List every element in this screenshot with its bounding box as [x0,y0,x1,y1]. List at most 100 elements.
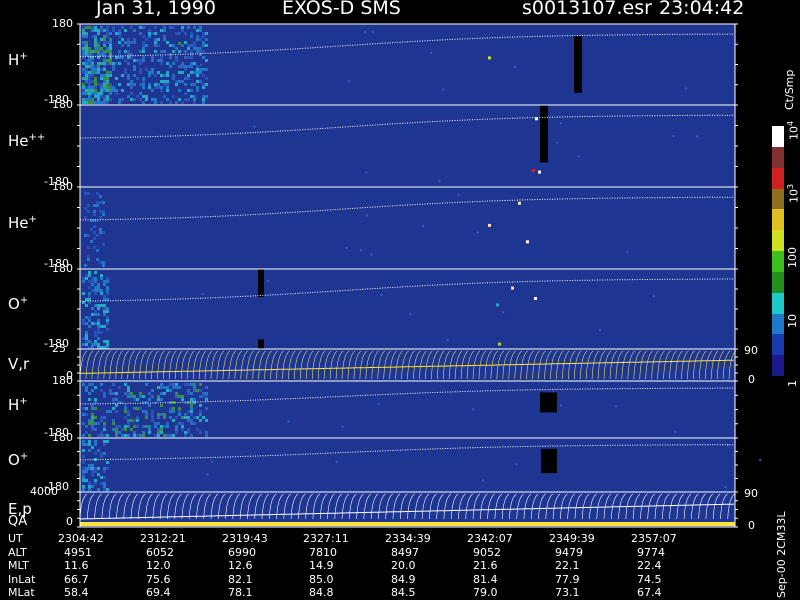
right-tick-bottom: 0 [748,373,755,386]
heatmap-cell [127,413,130,416]
y-tick-top: 180 [52,431,73,444]
heatmap-cell [151,89,154,92]
heatmap-cell [112,383,115,386]
heatmap-cell [166,83,169,86]
heatmap-cell [136,416,139,419]
chart-area [77,23,762,528]
heatmap-cell [85,77,88,80]
heatmap-cell [133,425,136,428]
heatmap-cell [94,29,97,32]
heatmap-cell [100,325,103,328]
heatmap-cell [199,38,202,41]
heatmap-cell [121,428,124,431]
heatmap-cell [109,74,112,77]
heatmap-cell [121,74,124,77]
heatmap-cell [94,467,97,470]
heatmap-cell [82,29,85,32]
heatmap-cell [163,425,166,428]
heatmap-cell [187,26,190,29]
heatmap-cell [91,313,94,316]
heatmap-cell [205,398,208,401]
heatmap-cell [205,431,208,434]
heatmap-cell [148,431,151,434]
heatmap-cell [172,401,175,404]
heatmap-cell [133,41,136,44]
panel-label: H+ [8,50,28,69]
heatmap-cell [190,65,193,68]
heatmap-cell [85,71,88,74]
heatmap-cell [184,77,187,80]
heatmap-cell [205,434,208,437]
heatmap-cell [106,62,109,65]
heatmap-cell [85,26,88,29]
heatmap-cell [97,488,100,491]
heatmap-cell [184,83,187,86]
heatmap-cell [103,95,106,98]
heatmap-cell [103,395,106,398]
heatmap-cell [82,35,85,38]
heatmap-cell [106,29,109,32]
colorbar-segment [772,167,784,189]
heatmap-cell [106,86,109,89]
heatmap-cell [97,71,100,74]
heatmap-cell [91,50,94,53]
heatmap-cell [115,404,118,407]
heatmap-cell [124,68,127,71]
heatmap-cell [93,213,96,216]
colorbar-segment [772,313,784,335]
colorbar-segment [772,355,784,377]
heatmap-cell [181,29,184,32]
heatmap-cell [148,404,151,407]
table-cell: 6990 [228,545,256,559]
heatmap-cell [106,319,109,322]
heatmap-cell [97,92,100,95]
heatmap-cell [103,68,106,71]
heatmap-cell [94,277,97,280]
heatmap-cell [121,56,124,59]
heatmap-cell [97,62,100,65]
heatmap-cell [82,449,85,452]
panel-2 [77,104,738,188]
panel-3 [77,186,738,270]
heatmap-cell [85,386,88,389]
heatmap-cell [106,440,109,443]
heatmap-cell [178,98,181,101]
heatmap-cell [97,101,100,104]
heatmap-cell [106,289,109,292]
heatmap-cell [112,86,115,89]
heatmap-cell [85,334,88,337]
heatmap-cell [96,204,99,207]
heatmap-cell [97,283,100,286]
heatmap-cell [96,192,99,195]
table-cell: 2304:42 [58,532,104,545]
heatmap-cell [85,101,88,104]
heatmap-cell [85,35,88,38]
heatmap-cell [184,413,187,416]
heatmap-cell [100,26,103,29]
heatmap-cell [190,71,193,74]
heatmap-cell [175,80,178,83]
heatmap-cell [82,32,85,35]
heatmap-cell [88,319,91,322]
heatmap-cell [121,98,124,101]
heatmap-cell [652,295,655,298]
heatmap-cell [99,231,102,234]
heatmap-cell [154,74,157,77]
heatmap-cell [94,422,97,425]
heatmap-cell [103,280,106,283]
heatmap-cell [88,325,91,328]
heatmap-cell [196,74,199,77]
heatmap-cell [103,65,106,68]
heatmap-cell [160,386,163,389]
heatmap-cell [139,32,142,35]
heatmap-cell [133,431,136,434]
heatmap-cell [82,71,85,74]
heatmap-cell [91,92,94,95]
heatmap-cell [124,425,127,428]
heatmap-cell [88,95,91,98]
heatmap-cell [94,92,97,95]
heatmap-cell [94,41,97,44]
heatmap-cell [184,50,187,53]
heatmap-cell [124,59,127,62]
heatmap-cell [199,50,202,53]
